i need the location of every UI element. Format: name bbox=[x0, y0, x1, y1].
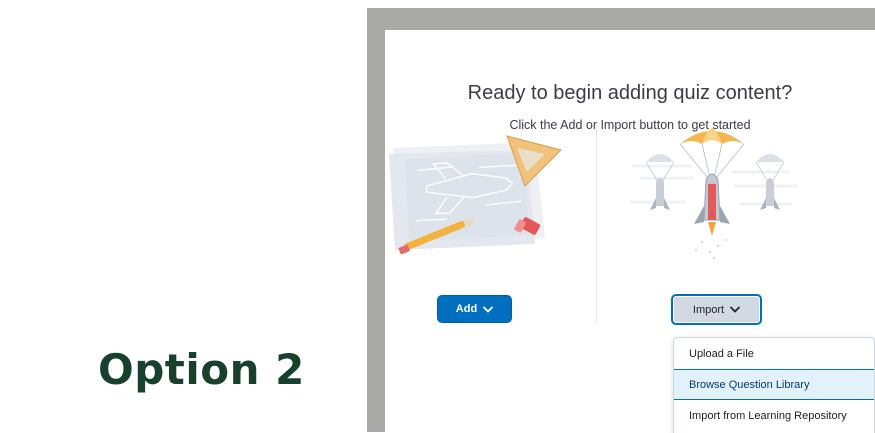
empty-state-heading: Ready to begin adding quiz content? bbox=[467, 82, 793, 104]
add-button-label: Add bbox=[455, 303, 478, 315]
menu-item-upload-file[interactable]: Upload a File bbox=[674, 338, 874, 369]
import-dropdown-menu: Upload a File Browse Question Library Im… bbox=[673, 337, 875, 433]
chevron-down-icon bbox=[730, 306, 740, 313]
add-button[interactable]: Add bbox=[437, 295, 512, 323]
rocket-blueprint-illustration bbox=[389, 135, 562, 255]
menu-item-import-learning-repository[interactable]: Import from Learning Repository bbox=[674, 400, 874, 431]
import-button[interactable]: Import bbox=[671, 294, 762, 325]
chevron-down-icon bbox=[483, 306, 494, 313]
menu-item-browse-question-library[interactable]: Browse Question Library bbox=[674, 369, 874, 400]
parachute-rocket-illustration bbox=[630, 128, 798, 260]
import-button-label: Import bbox=[692, 303, 725, 316]
option-label: Option 2 bbox=[98, 345, 305, 394]
column-divider bbox=[596, 126, 597, 324]
